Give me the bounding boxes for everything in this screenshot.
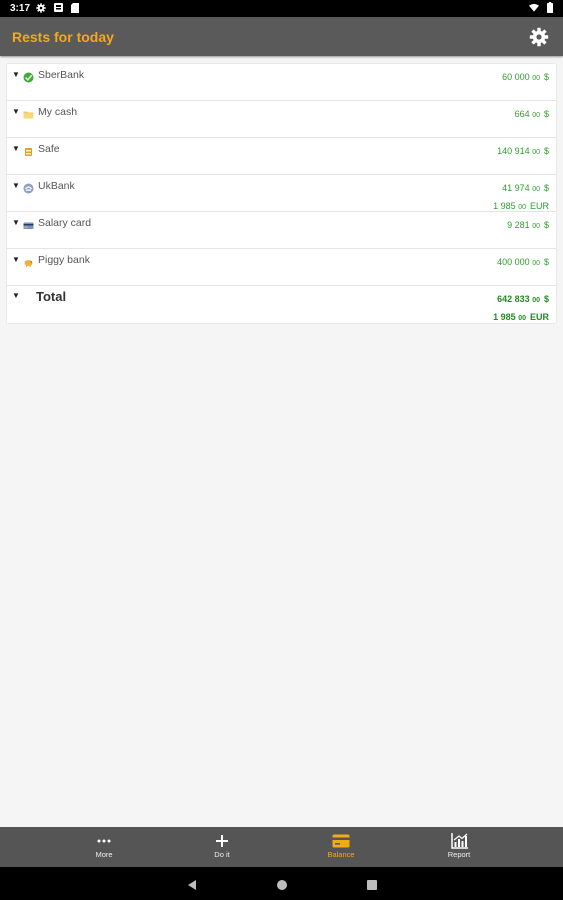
- recents-button[interactable]: [366, 878, 378, 890]
- nav-report[interactable]: Report: [429, 827, 489, 867]
- account-amounts: 60 000 00 $: [502, 69, 549, 87]
- total-amounts: 642 833 00 $ 1 985 00 EUR: [493, 291, 549, 327]
- status-right-icons: [529, 2, 555, 13]
- amount-value: 400 000 00 $: [497, 257, 549, 267]
- expand-caret-icon[interactable]: ▼: [12, 144, 20, 153]
- app-bar: Rests for today: [0, 17, 563, 56]
- recents-icon: [367, 880, 377, 890]
- account-row-salary-card[interactable]: ▼ Salary card 9 281 00 $: [7, 212, 556, 249]
- amount-value: 642 833 00 $: [497, 294, 549, 304]
- system-navigation-bar: [0, 867, 563, 900]
- account-name: Salary card: [38, 217, 92, 229]
- settings-button[interactable]: [529, 27, 549, 47]
- more-icon: [97, 833, 111, 849]
- total-label: Total: [36, 289, 67, 304]
- expand-caret-icon[interactable]: ▼: [12, 70, 20, 79]
- nav-do-it[interactable]: Do it: [192, 827, 252, 867]
- notification-icon: [53, 2, 63, 13]
- expand-caret-icon[interactable]: ▼: [12, 255, 20, 264]
- account-row-ukbank[interactable]: ▼ UkBank 41 974 00 $ 1 985 00 EUR: [7, 175, 556, 212]
- expand-caret-icon[interactable]: ▼: [12, 218, 20, 227]
- home-button[interactable]: [276, 878, 288, 890]
- amount-value: 9 281 00 $: [507, 220, 549, 230]
- account-row-piggy-bank[interactable]: ▼ Piggy bank 400 000 00 $: [7, 249, 556, 286]
- chart-icon: [450, 833, 468, 849]
- gear-icon: [529, 27, 549, 47]
- battery-icon: [545, 2, 555, 13]
- card-icon: [23, 218, 34, 229]
- expand-caret-icon[interactable]: ▼: [12, 107, 20, 116]
- status-time: 3:17: [10, 3, 31, 14]
- account-name: Safe: [38, 143, 60, 155]
- sd-card-icon: [70, 2, 80, 13]
- wifi-icon: [529, 2, 539, 13]
- plus-icon: [216, 833, 228, 849]
- account-name: Piggy bank: [38, 254, 90, 266]
- gear-icon: [36, 2, 46, 13]
- status-bar: 3:17: [0, 0, 563, 17]
- wallet-icon: [332, 833, 350, 849]
- status-left-icons: [36, 2, 80, 13]
- sberbank-icon: [23, 70, 34, 83]
- nav-label: Do it: [214, 850, 230, 859]
- account-amounts: 664 00 $: [515, 106, 549, 124]
- account-row-my-cash[interactable]: ▼ My cash 664 00 $: [7, 101, 556, 138]
- account-row-sberbank[interactable]: ▼ SberBank 60 000 00 $: [7, 64, 556, 101]
- amount-value: 664 00 $: [514, 109, 549, 119]
- nav-more[interactable]: More: [74, 827, 134, 867]
- account-amounts: 400 000 00 $: [497, 254, 549, 272]
- account-amounts: 41 974 00 $ 1 985 00 EUR: [493, 180, 549, 216]
- account-name: UkBank: [38, 180, 75, 192]
- home-icon: [277, 880, 287, 890]
- safe-icon: [23, 144, 34, 156]
- amount-value: 60 000 00 $: [502, 72, 549, 82]
- account-row-safe[interactable]: ▼ Safe 140 914 00 $: [7, 138, 556, 175]
- back-button[interactable]: [186, 878, 198, 890]
- nav-balance[interactable]: Balance: [311, 827, 371, 867]
- back-icon: [188, 880, 196, 890]
- bottom-navigation: More Do it Balance Report: [0, 827, 563, 867]
- piggy-bank-icon: [23, 255, 34, 268]
- account-amounts: 140 914 00 $: [497, 143, 549, 161]
- folder-icon: [23, 107, 34, 119]
- account-amounts: 9 281 00 $: [507, 217, 549, 235]
- accounts-list: ▼ SberBank 60 000 00 $ ▼ My cash 664 00 $ …: [7, 64, 556, 323]
- expand-caret-icon[interactable]: ▼: [12, 291, 20, 300]
- amount-value: 41 974 00 $: [502, 183, 549, 193]
- page-title: Rests for today: [12, 29, 114, 45]
- account-name: SberBank: [38, 69, 85, 81]
- nav-label: More: [95, 850, 113, 859]
- total-row[interactable]: ▼ Total 642 833 00 $ 1 985 00 EUR: [7, 286, 556, 323]
- bank-icon: [23, 181, 34, 194]
- amount-value: 1 985 00 EUR: [493, 312, 549, 322]
- nav-label: Balance: [327, 850, 355, 859]
- nav-label: Report: [447, 850, 471, 859]
- amount-value: 140 914 00 $: [497, 146, 549, 156]
- expand-caret-icon[interactable]: ▼: [12, 181, 20, 190]
- account-name: My cash: [38, 106, 78, 118]
